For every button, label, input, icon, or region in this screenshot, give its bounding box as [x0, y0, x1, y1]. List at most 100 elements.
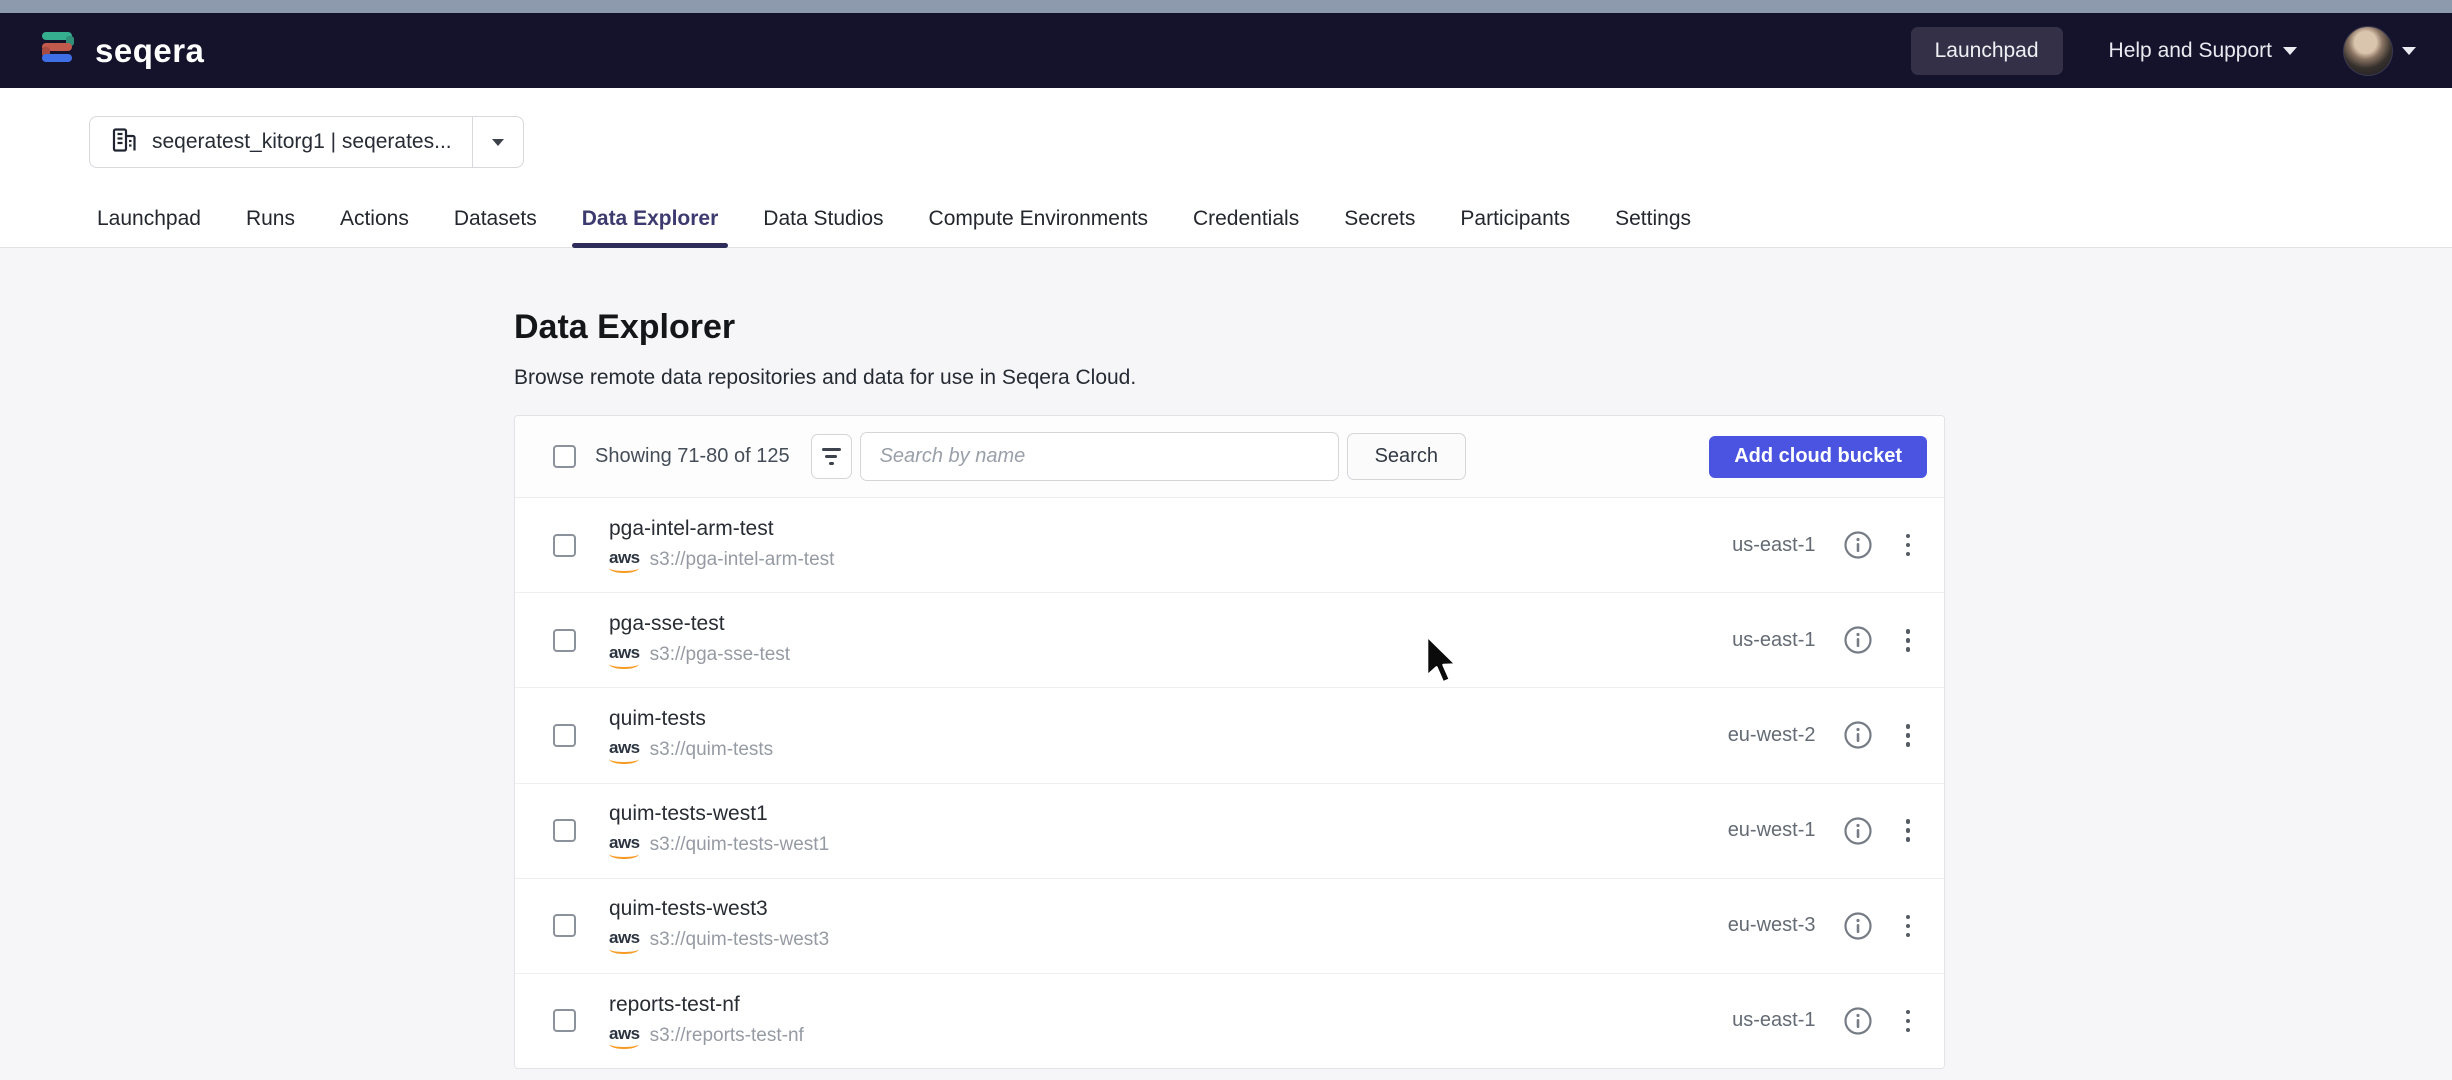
- tab-label: Runs: [246, 207, 295, 231]
- info-icon: [1843, 625, 1873, 655]
- tab-runs[interactable]: Runs: [246, 190, 295, 247]
- tab-settings[interactable]: Settings: [1615, 190, 1691, 247]
- bucket-uri: s3://pga-intel-arm-test: [650, 549, 835, 571]
- tab-label: Credentials: [1193, 207, 1299, 231]
- kebab-menu-icon: [1900, 625, 1917, 656]
- info-icon: [1843, 720, 1873, 750]
- kebab-menu-icon: [1900, 1006, 1917, 1037]
- bucket-checkbox[interactable]: [553, 629, 576, 652]
- select-all-checkbox[interactable]: [553, 445, 576, 468]
- info-icon: [1843, 530, 1873, 560]
- kebab-menu-icon: [1900, 911, 1917, 942]
- tab-credentials[interactable]: Credentials: [1193, 190, 1299, 247]
- filter-button[interactable]: [811, 434, 852, 479]
- bucket-row[interactable]: quim-tests-west3 aws s3://quim-tests-wes…: [515, 879, 1944, 974]
- add-cloud-bucket-button[interactable]: Add cloud bucket: [1709, 436, 1927, 478]
- row-menu-button[interactable]: [1900, 911, 1917, 942]
- tab-label: Datasets: [454, 207, 537, 231]
- data-explorer-panel: Showing 71-80 of 125 Search Add cloud bu…: [514, 415, 1945, 1069]
- avatar: [2343, 26, 2393, 76]
- info-button[interactable]: [1843, 816, 1873, 846]
- bucket-checkbox[interactable]: [553, 534, 576, 557]
- row-menu-button[interactable]: [1900, 530, 1917, 561]
- tab-label: Compute Environments: [929, 207, 1148, 231]
- bucket-uri: s3://quim-tests-west1: [650, 834, 830, 856]
- search-button[interactable]: Search: [1347, 433, 1466, 480]
- tab-data-explorer[interactable]: Data Explorer: [582, 190, 719, 247]
- bucket-row[interactable]: pga-sse-test aws s3://pga-sse-test us-ea…: [515, 593, 1944, 688]
- workspace-selector[interactable]: seqeratest_kitorg1 | seqerates...: [89, 116, 524, 168]
- aws-logo-icon: aws: [609, 929, 640, 954]
- bucket-row[interactable]: pga-intel-arm-test aws s3://pga-intel-ar…: [515, 498, 1944, 593]
- info-button[interactable]: [1843, 911, 1873, 941]
- bucket-uri: s3://pga-sse-test: [650, 644, 790, 666]
- tab-compute-environments[interactable]: Compute Environments: [929, 190, 1148, 247]
- bucket-info: pga-sse-test aws s3://pga-sse-test: [609, 612, 790, 669]
- bucket-info: quim-tests aws s3://quim-tests: [609, 707, 773, 764]
- help-and-support-menu[interactable]: Help and Support: [2109, 39, 2297, 63]
- bucket-row[interactable]: quim-tests-west1 aws s3://quim-tests-wes…: [515, 784, 1944, 879]
- bucket-name[interactable]: quim-tests-west1: [609, 802, 829, 826]
- seqera-logo-icon: [36, 26, 80, 75]
- bucket-name[interactable]: pga-sse-test: [609, 612, 790, 636]
- aws-logo-icon: aws: [609, 549, 640, 574]
- chevron-down-icon: [2402, 47, 2416, 55]
- info-button[interactable]: [1843, 720, 1873, 750]
- tab-actions[interactable]: Actions: [340, 190, 409, 247]
- bucket-region: eu-west-1: [1728, 819, 1816, 842]
- workspace-selector-label: seqeratest_kitorg1 | seqerates...: [152, 130, 452, 154]
- bucket-region: us-east-1: [1732, 534, 1815, 557]
- workspace-tabs: Launchpad Runs Actions Datasets Data Exp…: [0, 190, 2452, 248]
- bucket-info: pga-intel-arm-test aws s3://pga-intel-ar…: [609, 517, 834, 574]
- filter-icon: [822, 448, 841, 451]
- user-menu[interactable]: [2343, 26, 2416, 76]
- row-menu-button[interactable]: [1900, 720, 1917, 751]
- search-input[interactable]: [860, 432, 1339, 481]
- aws-logo-icon: aws: [609, 739, 640, 764]
- bucket-name[interactable]: reports-test-nf: [609, 993, 804, 1017]
- tab-launchpad[interactable]: Launchpad: [97, 190, 201, 247]
- info-icon: [1843, 911, 1873, 941]
- aws-logo-icon: aws: [609, 644, 640, 669]
- bucket-checkbox[interactable]: [553, 914, 576, 937]
- bucket-name[interactable]: pga-intel-arm-test: [609, 517, 834, 541]
- bucket-checkbox[interactable]: [553, 724, 576, 747]
- seqera-logo[interactable]: seqera: [36, 26, 204, 75]
- bucket-name[interactable]: quim-tests: [609, 707, 773, 731]
- workspace-selector-caret[interactable]: [473, 117, 523, 167]
- tab-label: Settings: [1615, 207, 1691, 231]
- info-icon: [1843, 1006, 1873, 1036]
- info-button[interactable]: [1843, 1006, 1873, 1036]
- bucket-row[interactable]: reports-test-nf aws s3://reports-test-nf…: [515, 974, 1944, 1068]
- aws-logo-icon: aws: [609, 834, 640, 859]
- navbar-launchpad-button[interactable]: Launchpad: [1911, 27, 2063, 75]
- aws-logo-icon: aws: [609, 1025, 640, 1050]
- bucket-region: eu-west-3: [1728, 914, 1816, 937]
- window-edge-strip: [0, 0, 2452, 13]
- row-menu-button[interactable]: [1900, 1006, 1917, 1037]
- bucket-name[interactable]: quim-tests-west3: [609, 897, 829, 921]
- showing-count: Showing 71-80 of 125: [595, 445, 790, 468]
- tab-secrets[interactable]: Secrets: [1344, 190, 1415, 247]
- tab-label: Secrets: [1344, 207, 1415, 231]
- chevron-down-icon: [2283, 47, 2297, 55]
- bucket-row[interactable]: quim-tests aws s3://quim-tests eu-west-2: [515, 688, 1944, 783]
- tab-label: Participants: [1460, 207, 1570, 231]
- info-button[interactable]: [1843, 530, 1873, 560]
- organization-icon: [110, 126, 138, 159]
- bucket-info: reports-test-nf aws s3://reports-test-nf: [609, 993, 804, 1050]
- tab-data-studios[interactable]: Data Studios: [763, 190, 883, 247]
- list-toolbar: Showing 71-80 of 125 Search Add cloud bu…: [515, 416, 1944, 498]
- row-menu-button[interactable]: [1900, 625, 1917, 656]
- tab-label: Data Studios: [763, 207, 883, 231]
- row-menu-button[interactable]: [1900, 815, 1917, 846]
- tab-datasets[interactable]: Datasets: [454, 190, 537, 247]
- bucket-list: pga-intel-arm-test aws s3://pga-intel-ar…: [515, 498, 1944, 1068]
- info-button[interactable]: [1843, 625, 1873, 655]
- bucket-info: quim-tests-west3 aws s3://quim-tests-wes…: [609, 897, 829, 954]
- bucket-checkbox[interactable]: [553, 819, 576, 842]
- tab-participants[interactable]: Participants: [1460, 190, 1570, 247]
- seqera-cloud-window: seqera Launchpad Help and Support: [0, 0, 2452, 1080]
- chevron-down-icon: [492, 139, 504, 146]
- bucket-checkbox[interactable]: [553, 1009, 576, 1032]
